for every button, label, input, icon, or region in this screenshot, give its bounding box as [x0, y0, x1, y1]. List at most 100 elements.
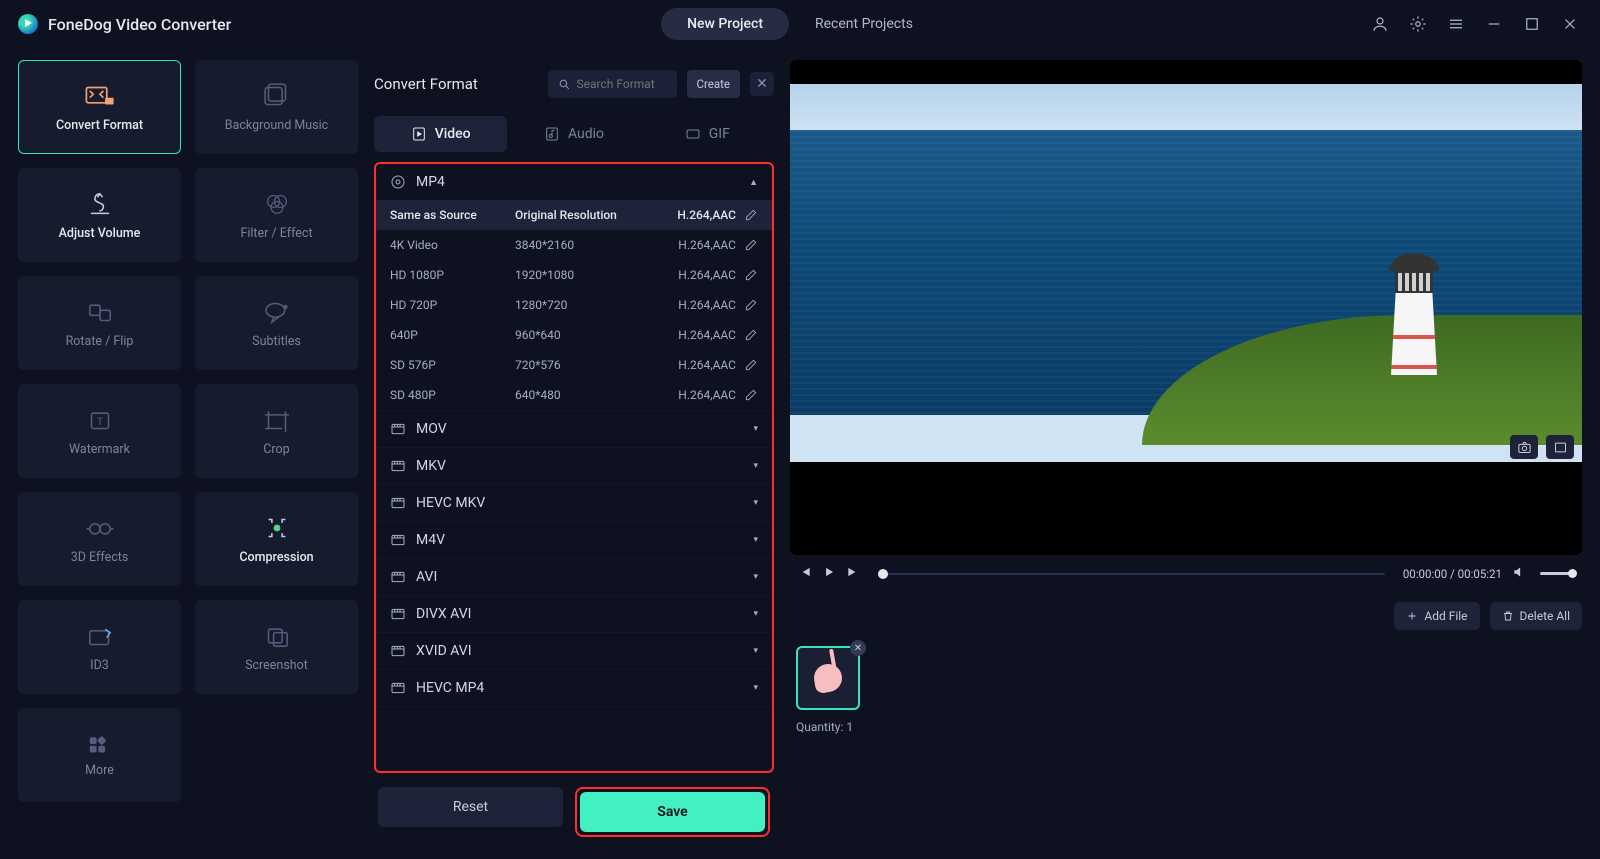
video-preview[interactable]	[790, 60, 1582, 555]
app-logo-icon	[18, 14, 38, 34]
music-note-icon	[812, 662, 844, 694]
format-group-mp4: MP4▲Same as SourceOriginal ResolutionH.2…	[376, 164, 772, 411]
tool-3d-effects[interactable]: 3D Effects	[18, 492, 181, 586]
screenshot-icon	[260, 622, 294, 650]
tool-watermark[interactable]: T Watermark	[18, 384, 181, 478]
tool-label: Compression	[239, 550, 313, 565]
format-group: HEVC MP4▾	[376, 670, 772, 707]
format-group: XVID AVI▾	[376, 633, 772, 670]
tool-label: Convert Format	[56, 118, 143, 133]
tool-compression[interactable]: Compression	[195, 492, 358, 586]
tab-audio[interactable]: Audio	[507, 116, 640, 152]
minimize-icon[interactable]	[1482, 12, 1506, 36]
volume-slider[interactable]	[1540, 572, 1574, 575]
format-header[interactable]: AVI▾	[376, 559, 772, 595]
tool-id3[interactable]: ID3	[18, 600, 181, 694]
close-icon[interactable]	[1558, 12, 1582, 36]
format-row[interactable]: HD 720P1280*720H.264,AAC	[376, 290, 772, 320]
remove-item-icon[interactable]: ✕	[850, 640, 866, 656]
save-button[interactable]: Save	[580, 792, 765, 832]
svg-text:T: T	[96, 417, 102, 428]
player-controls: 00:00:00 / 00:05:21	[790, 555, 1582, 592]
maximize-icon[interactable]	[1520, 12, 1544, 36]
tab-new-project[interactable]: New Project	[661, 8, 789, 40]
tool-crop[interactable]: Crop	[195, 384, 358, 478]
format-group: M4V▾	[376, 522, 772, 559]
3d-effects-icon	[83, 514, 117, 542]
tool-label: Watermark	[69, 442, 130, 457]
tool-label: Background Music	[225, 118, 328, 133]
tab-video[interactable]: Video	[374, 116, 507, 152]
format-row[interactable]: Same as SourceOriginal ResolutionH.264,A…	[376, 200, 772, 230]
preview-panel: 00:00:00 / 00:05:21 Add File Delete All …	[790, 60, 1582, 841]
menu-icon[interactable]	[1444, 12, 1468, 36]
search-box[interactable]	[548, 70, 677, 98]
reset-button[interactable]: Reset	[378, 787, 563, 827]
tool-subtitles[interactable]: Subtitles	[195, 276, 358, 370]
fullscreen-icon[interactable]	[1546, 435, 1574, 459]
format-group: HEVC MKV▾	[376, 485, 772, 522]
progress-bar[interactable]	[878, 573, 1385, 575]
tool-label: Rotate / Flip	[66, 334, 134, 349]
format-panel-title: Convert Format	[374, 75, 538, 93]
play-icon[interactable]	[822, 565, 836, 582]
tool-panel: Convert Format Background Music Adjust Vol…	[18, 60, 358, 841]
tool-label: ID3	[90, 658, 109, 673]
search-input[interactable]	[577, 77, 667, 91]
format-group: AVI▾	[376, 559, 772, 596]
format-group: DIVX AVI▾	[376, 596, 772, 633]
create-button[interactable]: Create	[687, 70, 741, 98]
tool-screenshot[interactable]: Screenshot	[195, 600, 358, 694]
format-row[interactable]: 4K Video3840*2160H.264,AAC	[376, 230, 772, 260]
format-header[interactable]: M4V▾	[376, 522, 772, 558]
background-music-icon	[260, 82, 294, 110]
format-row[interactable]: HD 1080P1920*1080H.264,AAC	[376, 260, 772, 290]
tool-more[interactable]: More	[18, 708, 181, 802]
delete-all-button[interactable]: Delete All	[1490, 602, 1582, 630]
watermark-icon: T	[83, 406, 117, 434]
tool-label: Screenshot	[245, 658, 308, 673]
id3-icon	[83, 622, 117, 650]
format-row[interactable]: SD 480P640*480H.264,AAC	[376, 380, 772, 410]
snapshot-icon[interactable]	[1510, 435, 1538, 459]
tab-gif[interactable]: GIF	[641, 116, 774, 152]
format-list: MP4▲Same as SourceOriginal ResolutionH.2…	[374, 162, 774, 773]
tool-label: More	[85, 763, 114, 778]
compression-icon	[260, 514, 294, 542]
tool-rotate-flip[interactable]: Rotate / Flip	[18, 276, 181, 370]
tab-recent-projects[interactable]: Recent Projects	[789, 8, 939, 40]
format-row[interactable]: SD 576P720*576H.264,AAC	[376, 350, 772, 380]
format-header-mp4[interactable]: MP4▲	[376, 164, 772, 200]
format-group: MOV▾	[376, 411, 772, 448]
tool-adjust-volume[interactable]: Adjust Volume	[18, 168, 181, 262]
format-header[interactable]: XVID AVI▾	[376, 633, 772, 669]
subtitles-icon	[260, 298, 294, 326]
crop-icon	[260, 406, 294, 434]
queue-item[interactable]: ✕	[796, 646, 860, 710]
settings-icon[interactable]	[1406, 12, 1430, 36]
format-header[interactable]: DIVX AVI▾	[376, 596, 772, 632]
close-panel-icon[interactable]: ✕	[750, 72, 774, 96]
more-icon	[83, 733, 117, 755]
volume-icon[interactable]	[1512, 565, 1526, 582]
rotate-flip-icon	[83, 298, 117, 326]
prev-icon[interactable]	[798, 565, 812, 582]
convert-format-icon	[83, 82, 117, 110]
format-row[interactable]: 640P960*640H.264,AAC	[376, 320, 772, 350]
next-icon[interactable]	[846, 565, 860, 582]
adjust-volume-icon	[83, 190, 117, 218]
format-group: MKV▾	[376, 448, 772, 485]
tool-background-music[interactable]: Background Music	[195, 60, 358, 154]
account-icon[interactable]	[1368, 12, 1392, 36]
format-header[interactable]: MOV▾	[376, 411, 772, 447]
tool-label: Crop	[263, 442, 289, 457]
format-header[interactable]: HEVC MKV▾	[376, 485, 772, 521]
time-display: 00:00:00 / 00:05:21	[1403, 567, 1502, 581]
main: Convert Format Background Music Adjust Vol…	[0, 48, 1600, 859]
tool-label: 3D Effects	[71, 550, 129, 565]
add-file-button[interactable]: Add File	[1394, 602, 1479, 630]
format-header[interactable]: HEVC MP4▾	[376, 670, 772, 706]
tool-convert-format[interactable]: Convert Format	[18, 60, 181, 154]
tool-filter-effect[interactable]: Filter / Effect	[195, 168, 358, 262]
format-header[interactable]: MKV▾	[376, 448, 772, 484]
